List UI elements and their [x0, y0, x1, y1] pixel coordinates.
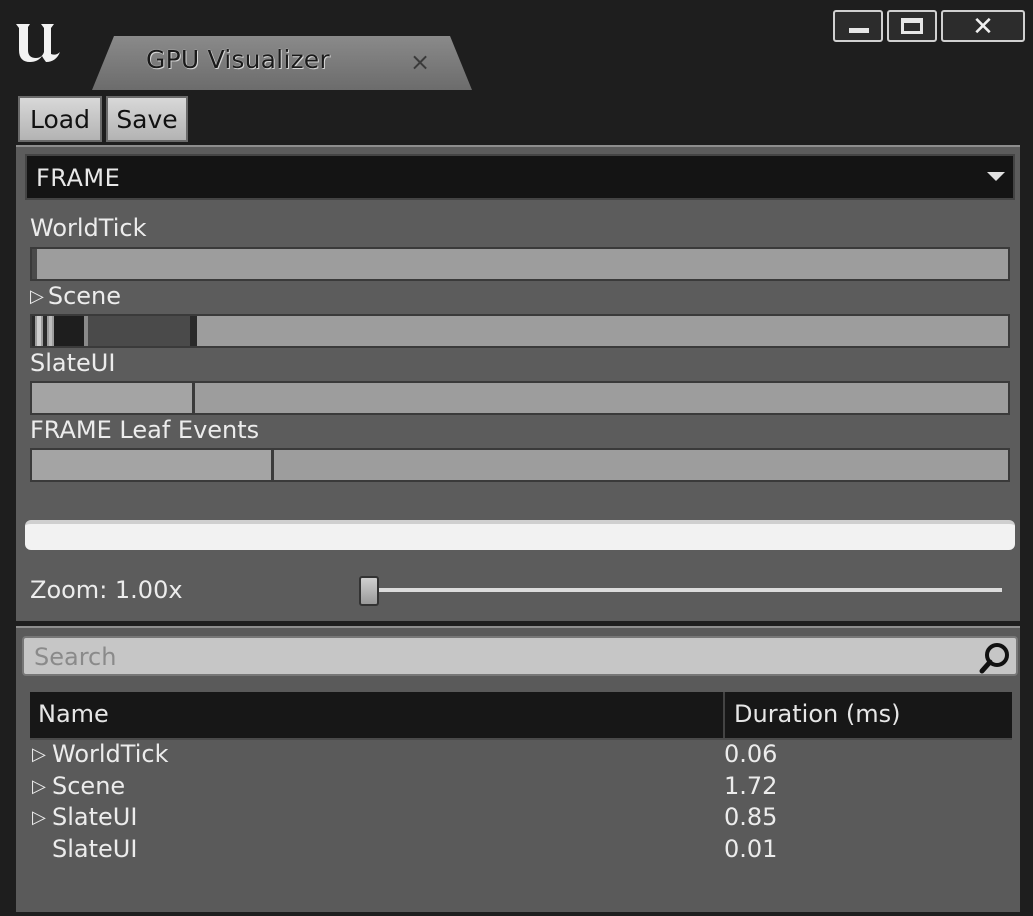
- table-row[interactable]: ▷ Scene 1.72: [30, 772, 1012, 804]
- bar-event-segment[interactable]: [37, 316, 41, 346]
- save-button[interactable]: Save: [106, 96, 188, 142]
- search-box[interactable]: [22, 636, 1018, 676]
- table-header: Name Duration (ms): [30, 692, 1012, 740]
- event-name: Scene: [52, 772, 126, 800]
- event-duration: 0.01: [724, 835, 778, 863]
- expand-arrow-icon[interactable]: ▷: [32, 776, 52, 797]
- timeline-bar[interactable]: [30, 314, 1010, 348]
- timeline-row-label: FRAME Leaf Events: [30, 416, 259, 444]
- unreal-engine-logo-icon: [16, 24, 60, 62]
- maximize-button[interactable]: [887, 10, 937, 42]
- timeline-bar[interactable]: [30, 448, 1010, 482]
- timeline-row-text: FRAME Leaf Events: [30, 416, 260, 444]
- expand-arrow-icon[interactable]: ▷: [32, 744, 52, 765]
- timeline-scrollbar[interactable]: [25, 520, 1015, 550]
- timeline-row-text: WorldTick: [30, 214, 147, 242]
- bar-event-segment[interactable]: [49, 316, 52, 346]
- timeline-row-label[interactable]: ▷ Scene: [30, 282, 121, 310]
- column-header-duration[interactable]: Duration (ms): [734, 700, 900, 728]
- expand-arrow-icon[interactable]: ▷: [32, 807, 52, 828]
- bar-event-segment[interactable]: [32, 249, 37, 279]
- bar-event-segment[interactable]: [32, 450, 274, 480]
- frame-dropdown[interactable]: FRAME: [25, 154, 1015, 200]
- search-icon[interactable]: [978, 641, 1012, 675]
- minimize-icon: [849, 28, 869, 33]
- event-name: SlateUI: [52, 835, 138, 863]
- table-row[interactable]: ▷ WorldTick 0.06: [30, 740, 1012, 772]
- timeline-bar[interactable]: [30, 381, 1010, 415]
- bar-event-segment[interactable]: [32, 383, 195, 413]
- minimize-button[interactable]: [833, 10, 883, 42]
- timeline-row-label: SlateUI: [30, 349, 115, 377]
- column-header-name[interactable]: Name: [38, 700, 109, 728]
- timeline-row-text: Scene: [47, 282, 122, 310]
- zoom-slider-handle[interactable]: [359, 576, 379, 606]
- tab-title: GPU Visualizer: [146, 45, 330, 74]
- bar-event-segment[interactable]: [192, 316, 197, 346]
- bar-event-segment[interactable]: [43, 316, 47, 346]
- event-name: WorldTick: [52, 740, 169, 768]
- bar-event-segment[interactable]: [54, 316, 84, 346]
- event-duration: 1.72: [724, 772, 778, 800]
- search-input[interactable]: [32, 640, 976, 674]
- window-controls: ✕: [833, 10, 1025, 42]
- expand-arrow-icon[interactable]: ▷: [30, 286, 44, 307]
- chevron-down-icon: [987, 172, 1005, 181]
- event-name: SlateUI: [52, 803, 138, 831]
- load-button[interactable]: Load: [18, 96, 102, 142]
- column-divider[interactable]: [723, 692, 725, 738]
- bar-event-segment[interactable]: [32, 316, 35, 346]
- table-row[interactable]: ▷ SlateUI 0.85: [30, 803, 1012, 835]
- close-button[interactable]: ✕: [941, 10, 1025, 42]
- maximize-icon: [901, 18, 923, 34]
- zoom-label: Zoom: 1.00x: [30, 576, 183, 604]
- close-icon: ✕: [972, 12, 994, 42]
- frame-dropdown-value: FRAME: [36, 164, 121, 192]
- zoom-slider-track[interactable]: [368, 588, 1002, 592]
- timeline-row-label: WorldTick: [30, 214, 146, 242]
- timeline-row-text: SlateUI: [30, 349, 116, 377]
- bar-event-segment[interactable]: [88, 316, 192, 346]
- timeline-bar[interactable]: [30, 247, 1010, 281]
- gpu-visualizer-window: GPU Visualizer × ✕ Load Save FRAME World…: [0, 0, 1033, 916]
- event-duration: 0.06: [724, 740, 778, 768]
- tab-close-icon[interactable]: ×: [410, 48, 430, 76]
- table-row[interactable]: SlateUI 0.01: [30, 835, 1012, 867]
- event-duration: 0.85: [724, 803, 778, 831]
